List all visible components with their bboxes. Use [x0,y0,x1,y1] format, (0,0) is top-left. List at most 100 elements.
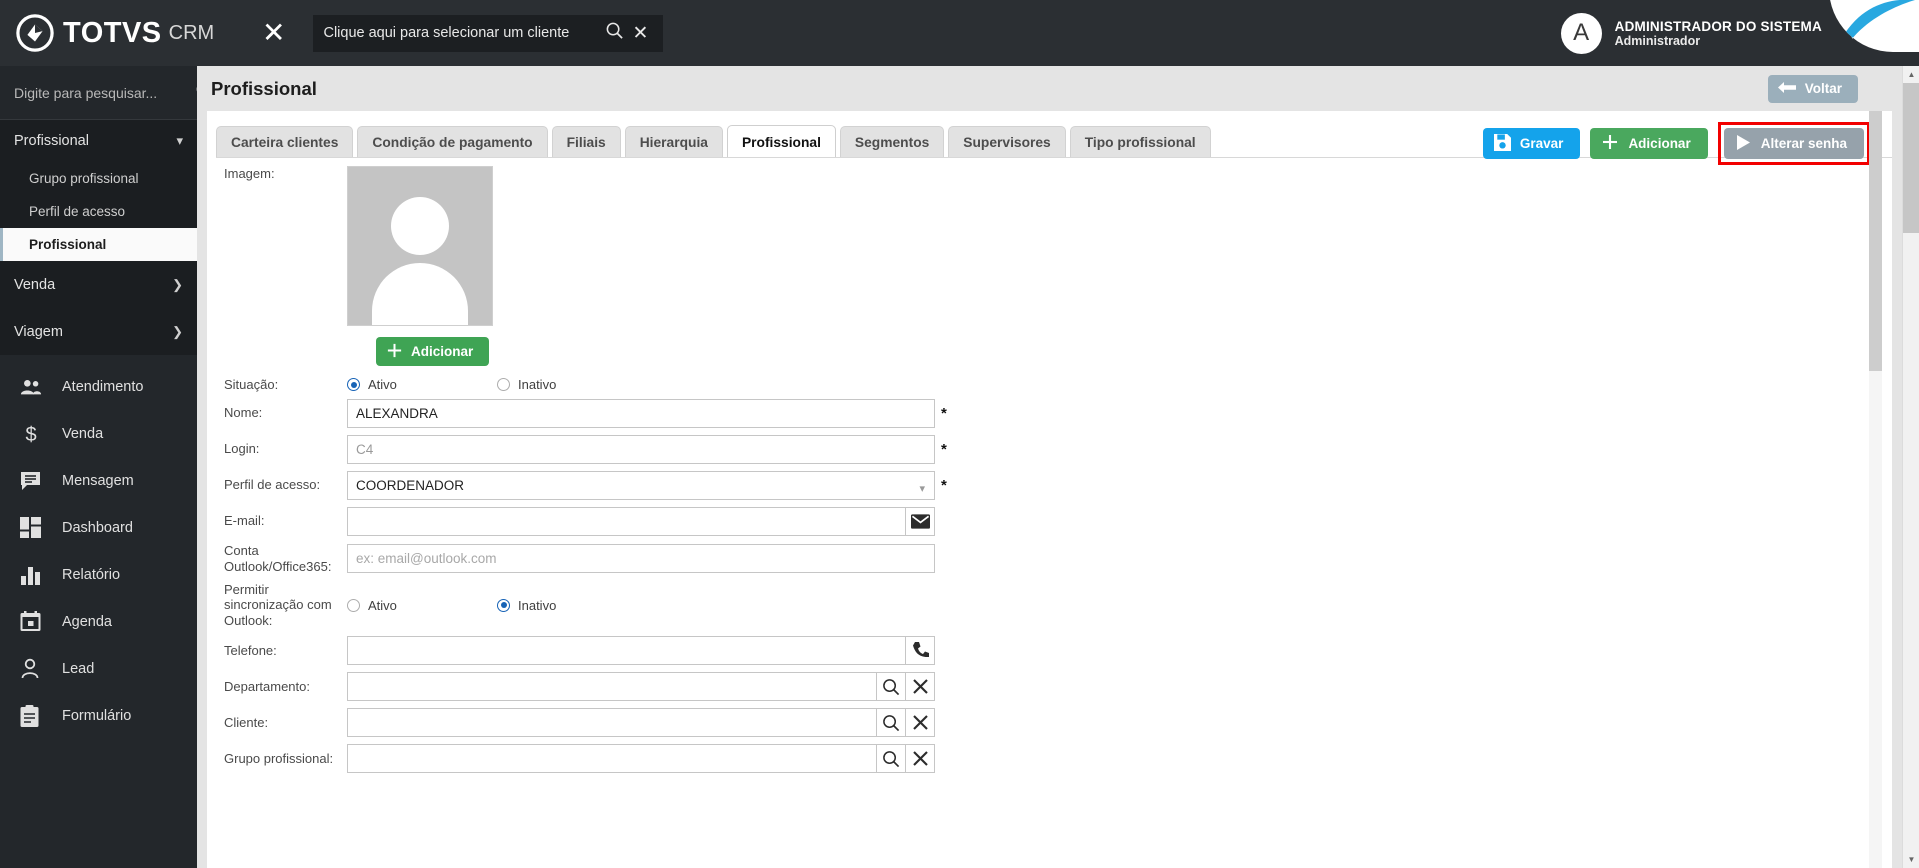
add-label: Adicionar [1628,136,1691,151]
radio-ativo-indicator [347,598,360,612]
photo-preview[interactable] [347,166,493,326]
cliente-label: Cliente: [224,714,269,730]
sidebar-item-perfil-de-acesso[interactable]: Perfil de acesso [0,195,197,228]
sync-ativo-label: Ativo [368,597,397,613]
play-icon [1735,134,1752,154]
sync-outlook-radio-inativo[interactable]: Inativo [497,598,556,613]
tab-label: Hierarquia [639,135,708,150]
sidebar-item-formulario[interactable]: Formulário [0,692,197,739]
chevron-down-icon[interactable]: ▾ [176,133,183,149]
phone-icon[interactable] [906,636,935,666]
tab-condicao-de-pagamento[interactable]: Condição de pagamento [357,126,548,158]
inner-scrollbar[interactable] [1869,111,1882,868]
sidebar-item-agenda[interactable]: Agenda [0,598,197,645]
search-icon[interactable] [877,672,906,702]
email-input[interactable] [347,506,906,536]
nome-input[interactable] [347,398,935,428]
sidebar-item-venda[interactable]: $ Venda [0,410,197,457]
client-selector-label: Clique aqui para selecionar um cliente [323,25,570,41]
page-header: Profissional Voltar [197,66,1902,111]
tab-panel: Carteira clientes Condição de pagamento … [207,111,1892,868]
grupo-profissional-row: Grupo profissional: [207,744,1892,774]
sidebar-item-label: Mensagem [62,472,134,489]
search-input[interactable] [14,84,195,101]
search-icon[interactable] [877,744,906,774]
brand[interactable]: TOTVS CRM [0,14,240,52]
page-scrollbar[interactable]: ▲ ▼ [1902,66,1919,868]
close-icon[interactable]: ✕ [627,22,653,45]
save-label: Gravar [1519,136,1564,151]
sidebar-search[interactable] [0,66,197,120]
chevron-right-icon[interactable]: ❯ [172,324,183,340]
search-icon[interactable] [877,708,906,738]
grupo-profissional-input[interactable] [347,744,877,774]
plus-icon [1601,133,1619,154]
situacao-ativo-label: Ativo [368,377,397,393]
sidebar-group-profissional[interactable]: Profissional ▾ [0,120,197,162]
main-content: Profissional Voltar Carteira clientes Co… [197,66,1902,868]
totvs-logo-icon [16,14,54,52]
close-icon[interactable] [906,672,935,702]
tab-profissional[interactable]: Profissional [726,125,836,158]
sidebar-item-label: Dashboard [62,519,133,536]
back-button[interactable]: Voltar [1767,74,1858,103]
tab-label: Condição de pagamento [372,135,533,150]
add-photo-button[interactable]: Adicionar [376,337,490,366]
search-icon[interactable] [601,21,627,45]
clipboard-icon [20,704,58,727]
sidebar-item-viagem-group[interactable]: Viagem ❯ [0,308,197,355]
sidebar-item-lead[interactable]: Lead [0,645,197,692]
image-row: Imagem: Adicionar [207,166,1892,366]
sidebar-item-grupo-profissional[interactable]: Grupo profissional [0,162,197,195]
sidebar-item-dashboard[interactable]: Dashboard [0,504,197,551]
image-label: Imagem: [224,166,275,181]
sidebar-item-relatorio[interactable]: Relatório [0,551,197,598]
chevron-right-icon[interactable]: ❯ [172,277,183,293]
sidebar-item-label: Relatório [62,566,121,583]
sidebar-item-mensagem[interactable]: Mensagem [0,457,197,504]
inner-scrollbar-thumb[interactable] [1869,111,1882,371]
chevron-up-icon[interactable]: ▲ [1903,66,1919,83]
conta-outlook-row: Conta Outlook/Office365: [207,543,1892,575]
conta-outlook-input[interactable] [347,544,935,574]
sync-outlook-radio-ativo[interactable]: Ativo [347,598,497,613]
sidebar-separator [0,355,197,363]
change-password-button[interactable]: Alterar senha [1723,128,1864,159]
chevron-down-icon[interactable]: ▼ [1903,851,1919,868]
people-icon [20,378,58,396]
situacao-inativo-label: Inativo [518,377,557,393]
perfil-acesso-select[interactable] [347,470,935,500]
telefone-input[interactable] [347,636,906,666]
add-button[interactable]: Adicionar [1590,128,1708,159]
tab-supervisores[interactable]: Supervisores [948,126,1066,158]
sidebar-item-label: Agenda [62,613,112,630]
sidebar-item-profissional[interactable]: Profissional [0,228,197,261]
tab-label: Carteira clientes [231,135,339,150]
tab-tipo-profissional[interactable]: Tipo profissional [1069,126,1211,158]
page-scrollbar-thumb[interactable] [1903,83,1919,233]
sidebar-item-venda-group[interactable]: Venda ❯ [0,261,197,308]
tab-hierarquia[interactable]: Hierarquia [624,126,723,158]
tab-carteira-clientes[interactable]: Carteira clientes [216,126,354,158]
conta-outlook-control [347,544,935,574]
perfil-acesso-required-marker: * [941,476,947,494]
cliente-input[interactable] [347,708,877,738]
close-icon[interactable] [906,708,935,738]
save-button[interactable]: Gravar [1482,128,1581,159]
tab-segmentos[interactable]: Segmentos [839,126,945,158]
perfil-acesso-label: Perfil de acesso: [224,477,321,493]
top-bar: TOTVS CRM ✕ Clique aqui para selecionar … [0,0,1919,66]
close-icon[interactable] [906,744,935,774]
situacao-radio-inativo[interactable]: Inativo [497,377,556,392]
login-input[interactable] [347,434,935,464]
departamento-input[interactable] [347,672,877,702]
close-icon[interactable]: ✕ [262,19,285,47]
sidebar-item-label: Grupo profissional [29,171,139,186]
sidebar-item-label: Formulário [62,707,132,724]
tab-filiais[interactable]: Filiais [551,126,621,158]
situacao-radio-ativo[interactable]: Ativo [347,377,497,392]
professional-form: Imagem: Adicionar Situação: Ativo Inativ… [207,158,1892,774]
client-selector[interactable]: Clique aqui para selecionar um cliente ✕ [313,14,664,52]
envelope-icon[interactable] [906,506,935,536]
sidebar-item-atendimento[interactable]: Atendimento [0,363,197,410]
